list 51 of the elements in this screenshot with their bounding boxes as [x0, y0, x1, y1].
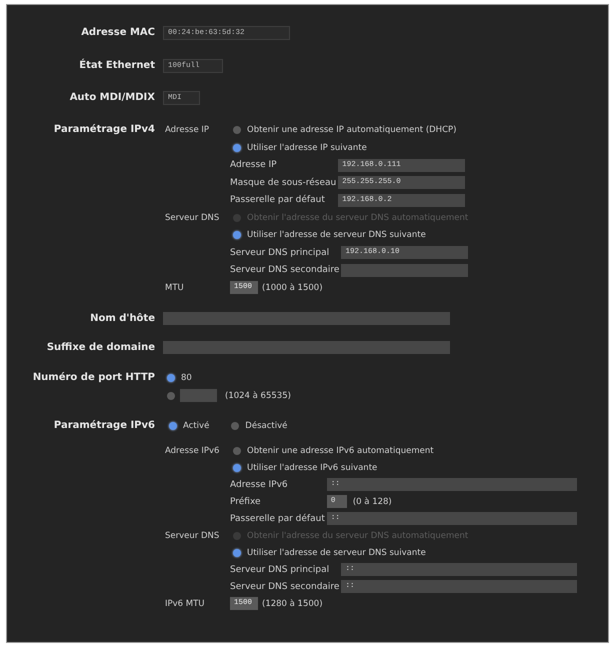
field-label: Serveur DNS secondaire	[230, 264, 340, 277]
field-label: MTU	[165, 282, 184, 294]
field-label: Serveur DNS principal	[230, 246, 330, 260]
input-field[interactable]	[163, 312, 450, 324]
field-label: Numéro de port HTTP	[32, 370, 155, 384]
radio-label[interactable]: Désactivé	[245, 418, 288, 432]
input-field[interactable]	[341, 264, 468, 276]
range-hint: (1024 à 65535)	[225, 390, 291, 402]
field-label: Serveur DNS principal	[230, 564, 330, 576]
radio-label[interactable]: 80	[181, 370, 192, 384]
radio-label[interactable]: Utiliser l'adresse de serveur DNS suivante	[247, 228, 426, 242]
radio-button[interactable]	[169, 422, 177, 430]
range-hint: (1280 à 1500)	[262, 598, 323, 610]
field-label: Paramétrage IPv6	[54, 418, 155, 432]
field-label: État Ethernet	[79, 59, 155, 73]
field-label: Serveur DNS	[165, 212, 220, 224]
radio-button[interactable]	[233, 126, 241, 134]
radio-label[interactable]: Activé	[183, 418, 210, 432]
input-field[interactable]	[180, 389, 217, 402]
radio-label[interactable]: Obtenir une adresse IPv6 automatiquement	[247, 444, 434, 458]
field-label: Préfixe	[230, 496, 261, 508]
input-field[interactable]	[163, 340, 450, 354]
field-label: Adresse IPv6	[165, 444, 220, 458]
radio-label[interactable]: Utiliser l'adresse IPv6 suivante	[247, 460, 378, 474]
radio-button[interactable]	[233, 144, 241, 152]
radio-label[interactable]: Obtenir une adresse IP automatiquement (DHCP)	[247, 123, 456, 137]
radio-button[interactable]	[167, 392, 175, 400]
field-label: Serveur DNS	[165, 530, 220, 542]
radio-button[interactable]	[167, 374, 175, 382]
range-hint: (1000 à 1500)	[262, 282, 323, 294]
field-label: Serveur DNS secondaire	[230, 580, 340, 594]
radio-label[interactable]: Utiliser l'adresse de serveur DNS suivante	[247, 546, 426, 560]
radio-label[interactable]: Utiliser l'adresse IP suivante	[247, 140, 367, 154]
field-label: IPv6 MTU	[165, 598, 205, 610]
radio-button[interactable]	[233, 464, 241, 472]
radio-button[interactable]	[233, 548, 241, 556]
field-label: Suffixe de domaine	[46, 340, 155, 354]
field-label: Adresse IPv6	[230, 478, 288, 492]
radio-button[interactable]	[231, 422, 240, 430]
radio-button[interactable]	[233, 446, 241, 454]
field-label: Passerelle par défaut	[230, 512, 325, 526]
field-label: Paramétrage IPv4	[54, 123, 155, 137]
radio-button[interactable]	[233, 231, 241, 239]
field-label: Passerelle par défaut	[230, 194, 325, 207]
field-label: Adresse MAC	[81, 26, 155, 40]
field-label: Adresse IP	[165, 124, 210, 137]
field-label: Auto MDI/MDIX	[70, 91, 155, 105]
field-label: Adresse IP	[230, 159, 277, 172]
field-label: Masque de sous-réseau	[230, 176, 336, 190]
range-hint: (0 à 128)	[352, 496, 392, 508]
field-label: Nom d'hôte	[90, 312, 155, 326]
